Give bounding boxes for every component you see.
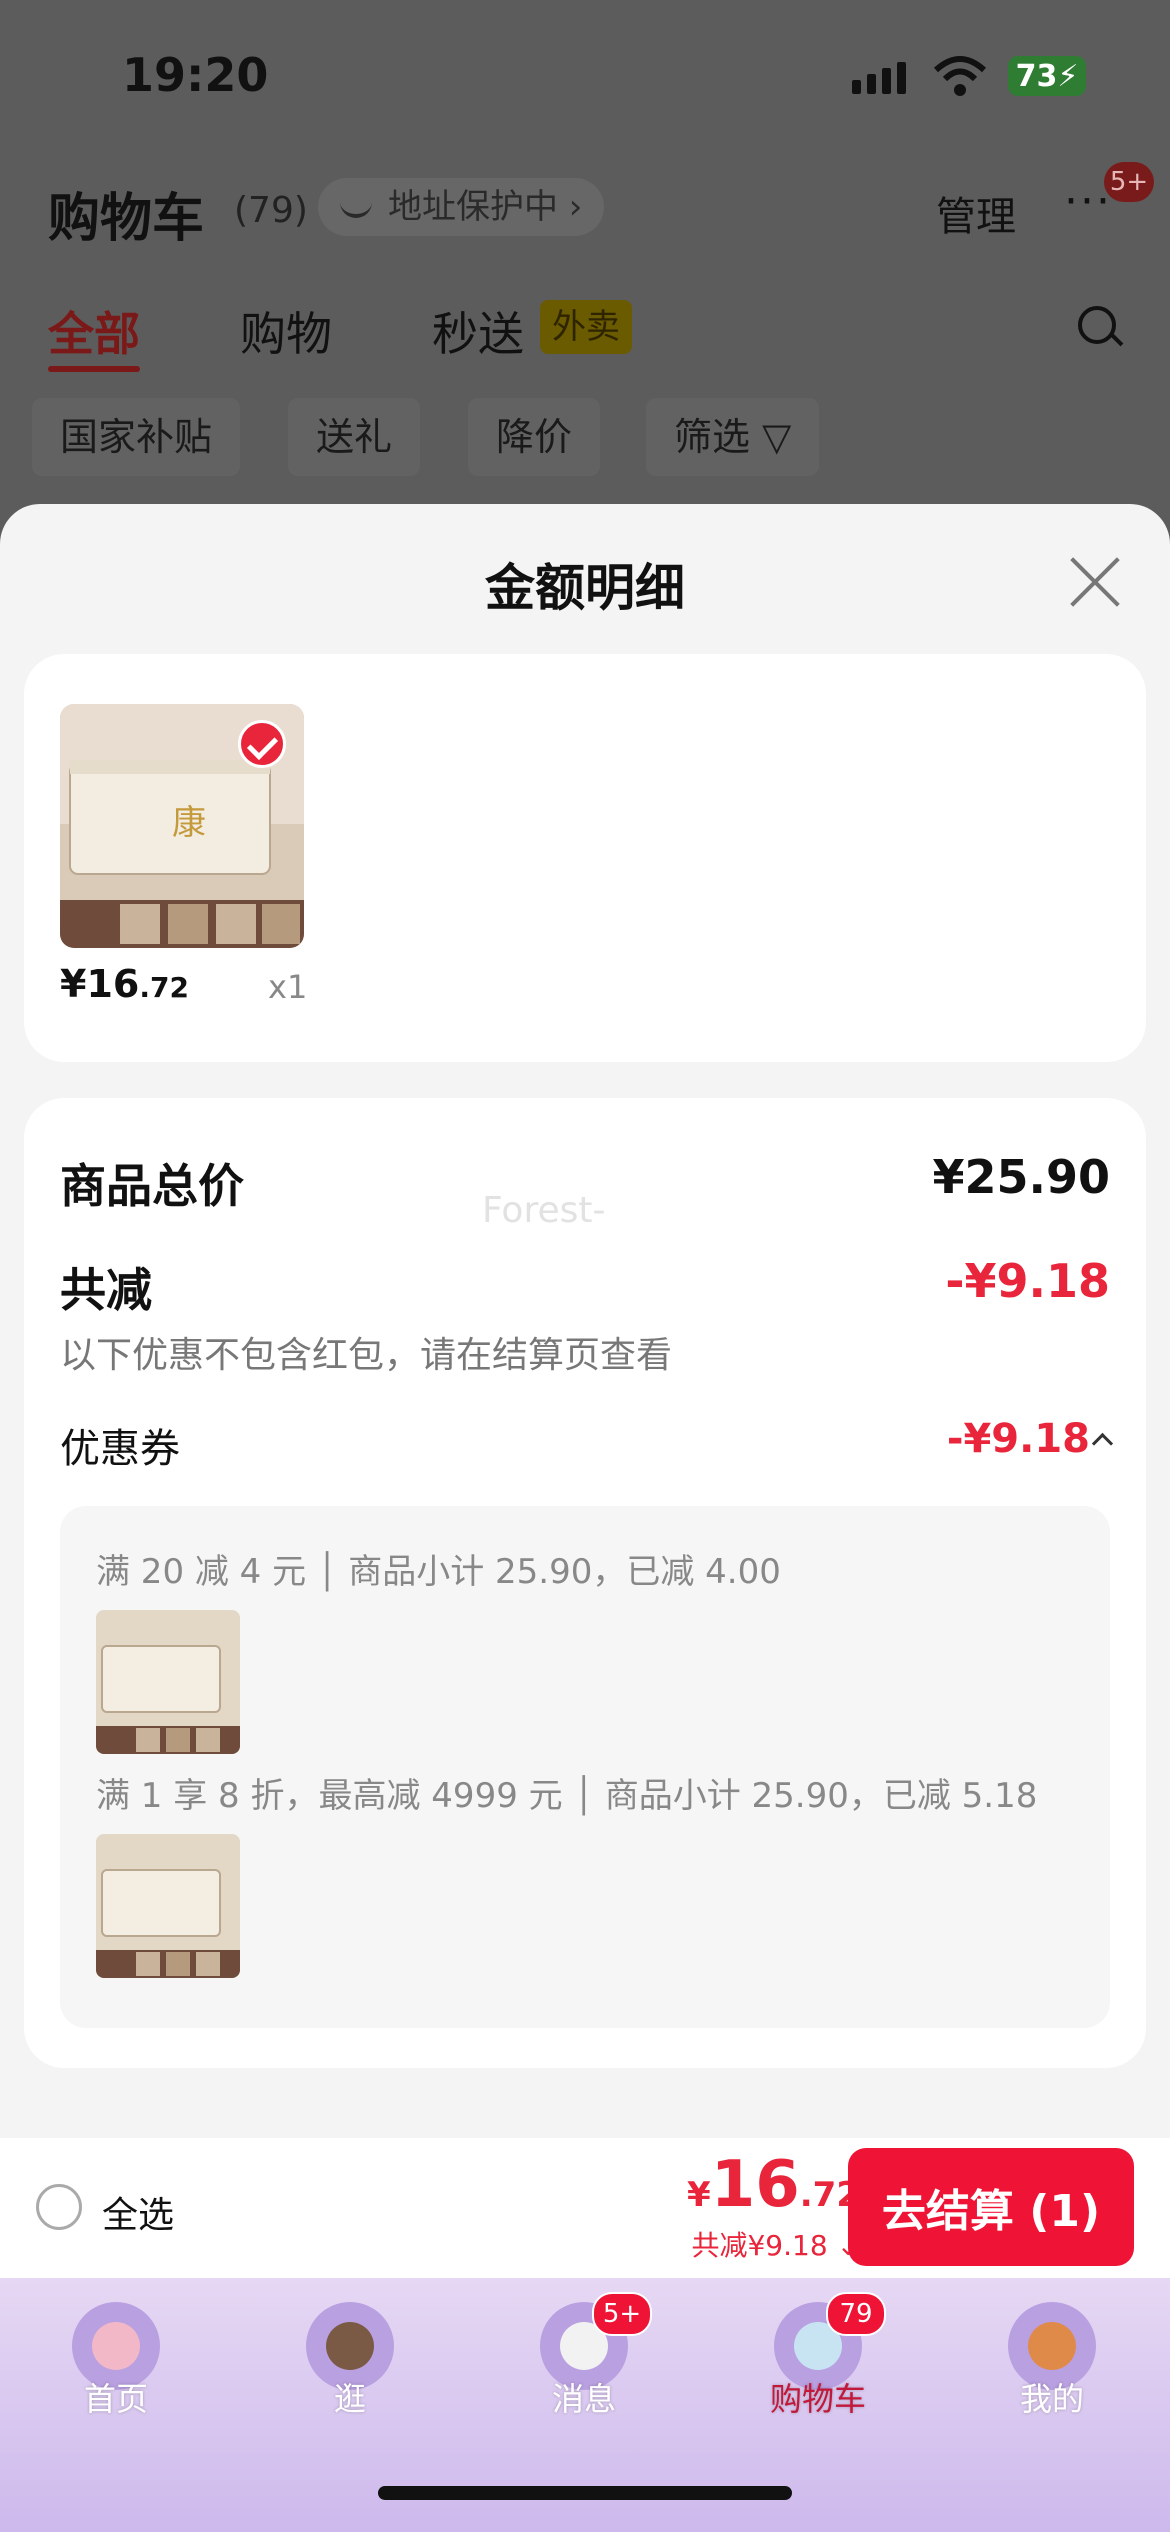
chip-national-subsidy[interactable]: 国家补贴 [32, 398, 241, 476]
nav-messages[interactable]: 5+ 消息 [494, 2292, 674, 2432]
total-price-label: 商品总价 [60, 1159, 244, 1213]
nav-home[interactable]: 首页 [26, 2292, 206, 2432]
nav-me[interactable]: 我的 [962, 2292, 1142, 2432]
coupon-detail-panel: 满 20 减 4 元 │ 商品小计 25.90，已减 4.00 满 1 享 8 … [60, 1506, 1110, 2028]
chip-price-drop[interactable]: 降价 [468, 398, 601, 476]
product-image[interactable]: 康 [60, 704, 304, 948]
price-summary-card: 商品总价 ¥25.90 共减 -¥9.18 以下优惠不包含红包，请在结算页查看 … [24, 1098, 1146, 2068]
total-reduce-value: -¥9.18 [945, 1254, 1110, 1308]
nav-explore[interactable]: 逛 [260, 2292, 440, 2432]
address-protection-label: 地址保护中 › [388, 187, 583, 227]
currency-symbol: ¥ [687, 2175, 711, 2215]
selected-check-icon[interactable] [238, 720, 286, 768]
sheet-title: 金额明细 [485, 559, 685, 617]
nav-explore-label: 逛 [333, 2380, 366, 2418]
nav-messages-label: 消息 [551, 2380, 616, 2418]
smile-icon [340, 194, 372, 218]
watermark-text: Forest- [482, 1190, 606, 1231]
more-badge: 5+ [1104, 162, 1154, 202]
checkout-total: ¥16.72 [687, 2148, 860, 2222]
chip-gift[interactable]: 送礼 [288, 398, 421, 476]
product-price: ¥16.72 [60, 962, 189, 1006]
status-time: 19:20 [122, 48, 269, 102]
discount-note: 以下优惠不包含红包，请在结算页查看 [60, 1335, 673, 1376]
svg-text:康: 康 [172, 803, 206, 843]
address-protection-button[interactable]: 地址保护中 › [318, 178, 605, 236]
product-price-integer: ¥16 [60, 962, 140, 1006]
cart-badge: 79 [826, 2292, 886, 2336]
coupon-label: 优惠券 [60, 1426, 180, 1472]
total-integer: 16 [710, 2148, 800, 2222]
cart-count: (79) [234, 190, 308, 231]
total-price-value: ¥25.90 [932, 1150, 1110, 1204]
product-price-decimal: .72 [139, 971, 189, 1004]
saved-amount-toggle[interactable]: 共减¥9.18 ⌄ [691, 2224, 860, 2264]
select-all-radio[interactable] [36, 2184, 82, 2230]
coupon-product-thumbnail [96, 1834, 240, 1978]
coupon-line: 满 1 享 8 折，最高减 4999 元 │ 商品小计 25.90，已减 5.1… [96, 1776, 1038, 1816]
cellular-signal-icon [852, 62, 906, 94]
waimai-tag: 外卖 [540, 300, 632, 354]
select-all-label[interactable]: 全选 [102, 2186, 174, 2238]
total-reduce-label: 共减 [60, 1263, 152, 1317]
tab-instant[interactable]: 秒送 [432, 298, 524, 364]
page-title: 购物车 [48, 189, 205, 249]
amount-detail-sheet: 金额明细 康 ¥16.72 x1 商品总价 ¥25.90 共减 -¥9.18 以… [0, 504, 1170, 2142]
close-icon[interactable] [1066, 554, 1124, 612]
nav-home-label: 首页 [83, 2380, 148, 2418]
chevron-up-icon[interactable] [1091, 1432, 1114, 1455]
tab-active-indicator [48, 366, 140, 372]
tab-shopping[interactable]: 购物 [240, 298, 332, 364]
cart-page-background: 19:20 73 ⚡ 购物车 (79) 地址保护中 › 管理 ··· 5+ 全部 … [0, 0, 1170, 560]
checkout-button[interactable]: 去结算 (1) [848, 2148, 1134, 2266]
nav-cart[interactable]: 79 购物车 [728, 2292, 908, 2432]
chip-filter[interactable]: 筛选 ▽ [646, 398, 820, 476]
manage-button[interactable]: 管理 [936, 184, 1016, 242]
wifi-icon [933, 56, 987, 96]
checkout-bar: 全选 ¥16.72 共减¥9.18 ⌄ 去结算 (1) [0, 2138, 1170, 2278]
search-icon[interactable] [1078, 306, 1116, 344]
home-indicator [378, 2486, 792, 2500]
product-card: 康 ¥16.72 x1 [24, 654, 1146, 1062]
coupon-value[interactable]: -¥9.18 [947, 1416, 1090, 1462]
coupon-line: 满 20 减 4 元 │ 商品小计 25.90，已减 4.00 [96, 1552, 781, 1592]
nav-me-label: 我的 [1019, 2380, 1084, 2418]
product-quantity: x1 [268, 968, 308, 1006]
nav-cart-label: 购物车 [769, 2380, 866, 2418]
battery-icon: 73 ⚡ [1008, 56, 1086, 96]
coupon-product-thumbnail [96, 1610, 240, 1754]
status-bar: 19:20 73 ⚡ [0, 48, 1170, 108]
tab-all[interactable]: 全部 [48, 298, 140, 364]
messages-badge: 5+ [592, 2292, 652, 2336]
